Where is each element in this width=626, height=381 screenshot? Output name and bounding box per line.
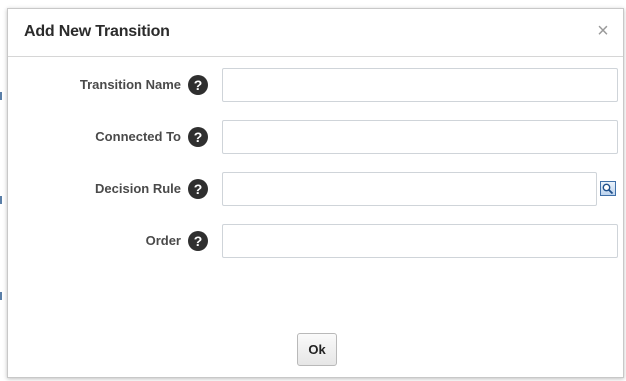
add-transition-dialog: Add New Transition × Transition Name ? C… bbox=[7, 8, 624, 378]
background-edge-mark bbox=[0, 92, 2, 100]
decision-rule-input[interactable] bbox=[222, 172, 597, 206]
close-icon[interactable]: × bbox=[593, 21, 613, 41]
page: Add New Transition × Transition Name ? C… bbox=[0, 0, 626, 381]
dialog-header: Add New Transition × bbox=[8, 9, 623, 57]
form-row-connected-to: Connected To ? bbox=[8, 120, 623, 156]
dialog-title: Add New Transition bbox=[24, 23, 170, 40]
decision-rule-label: Decision Rule bbox=[95, 181, 181, 196]
search-lookup-icon[interactable] bbox=[600, 181, 616, 196]
connected-to-label: Connected To bbox=[95, 129, 181, 144]
order-label: Order bbox=[145, 233, 181, 248]
magnifier-glyph bbox=[602, 183, 614, 195]
form-row-order: Order ? bbox=[8, 224, 623, 260]
connected-to-input[interactable] bbox=[222, 120, 618, 154]
background-edge-mark bbox=[0, 292, 2, 300]
form-row-transition-name: Transition Name ? bbox=[8, 68, 623, 104]
transition-name-label: Transition Name bbox=[79, 77, 181, 92]
help-question-icon[interactable]: ? bbox=[188, 127, 208, 147]
help-question-icon[interactable]: ? bbox=[188, 231, 208, 251]
order-input[interactable] bbox=[222, 224, 618, 258]
ok-button[interactable]: Ok bbox=[297, 333, 337, 366]
help-question-icon[interactable]: ? bbox=[188, 179, 208, 199]
background-edge-mark bbox=[0, 196, 2, 204]
help-question-icon[interactable]: ? bbox=[188, 75, 208, 95]
form-row-decision-rule: Decision Rule ? bbox=[8, 172, 623, 208]
transition-name-input[interactable] bbox=[222, 68, 618, 102]
